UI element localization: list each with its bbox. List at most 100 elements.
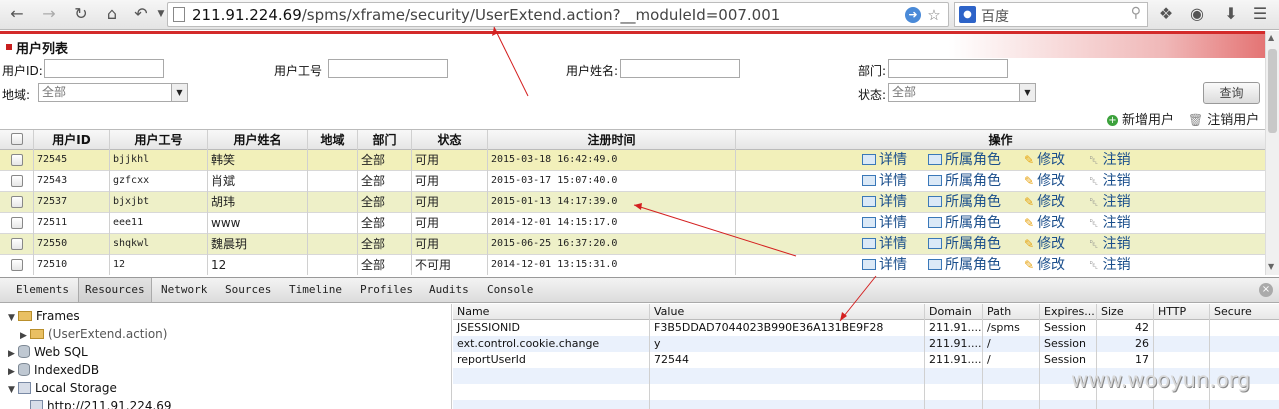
op-cancel-link[interactable]: ␡ 注销: [1089, 171, 1131, 192]
row-checkbox[interactable]: [11, 175, 23, 187]
tab-profiles[interactable]: Profiles: [354, 278, 419, 302]
cookie-header-http[interactable]: HTTP: [1154, 304, 1210, 320]
cookie-header-path[interactable]: Path: [983, 304, 1040, 320]
expanded-icon[interactable]: ▼: [8, 310, 18, 326]
tree-web-sql[interactable]: ▶ Web SQL: [8, 344, 88, 360]
user-no-input[interactable]: [328, 59, 448, 78]
header-user-no[interactable]: 用户工号: [110, 130, 208, 151]
op-cancel-link[interactable]: ␡ 注销: [1089, 234, 1131, 255]
op-cancel-link[interactable]: ␡ 注销: [1089, 150, 1131, 171]
home-icon[interactable]: ⌂: [101, 3, 123, 25]
download-icon[interactable]: ⬇: [1220, 3, 1242, 25]
op-roles-link[interactable]: 所属角色: [928, 171, 1001, 192]
table-row[interactable]: 72545 bjjkhl 韩笑 全部 可用 2015-03-18 16:42:49.0 详情…: [0, 150, 1265, 171]
tab-timeline[interactable]: Timeline: [283, 278, 348, 302]
op-detail-link[interactable]: 详情: [862, 255, 907, 275]
cookie-header-domain[interactable]: Domain: [925, 304, 983, 320]
tree-local-storage-child[interactable]: http://211.91.224.69: [30, 398, 172, 409]
star-icon[interactable]: ☆: [926, 7, 942, 23]
lightning-icon[interactable]: ➜: [905, 7, 921, 23]
op-detail-link[interactable]: 详情: [862, 150, 907, 171]
op-roles-link[interactable]: 所属角色: [928, 213, 1001, 234]
region-select[interactable]: 全部 ▼: [38, 83, 188, 102]
cookie-header-value[interactable]: Value: [650, 304, 925, 320]
back-icon[interactable]: ←: [6, 3, 28, 25]
globe-icon[interactable]: ◉: [1186, 3, 1208, 25]
scroll-down-icon[interactable]: ▼: [1268, 262, 1274, 271]
op-edit-link[interactable]: ✎ 修改: [1024, 255, 1065, 275]
chevron-down-icon[interactable]: ▼: [171, 84, 187, 101]
tree-indexeddb[interactable]: ▶ IndexedDB: [8, 362, 99, 378]
tab-audits[interactable]: Audits: [423, 278, 475, 302]
search-icon[interactable]: ⚲: [1131, 5, 1141, 21]
table-row[interactable]: 72537 bjxjbt 胡玮 全部 可用 2015-01-13 14:17:39.0 详情…: [0, 192, 1265, 213]
tab-sources[interactable]: Sources: [219, 278, 277, 302]
header-status[interactable]: 状态: [412, 130, 488, 151]
cookie-header-name[interactable]: Name: [453, 304, 650, 320]
scroll-up-icon[interactable]: ▲: [1268, 33, 1274, 42]
op-edit-link[interactable]: ✎ 修改: [1024, 171, 1065, 192]
row-checkbox[interactable]: [11, 196, 23, 208]
table-row[interactable]: 72511 eee11 www 全部 可用 2014-12-01 14:15:17.0 详情…: [0, 213, 1265, 234]
op-edit-link[interactable]: ✎ 修改: [1024, 192, 1065, 213]
op-cancel-link[interactable]: ␡ 注销: [1089, 192, 1131, 213]
cookie-header-size[interactable]: Size: [1097, 304, 1154, 320]
reload-icon[interactable]: ↻: [70, 3, 92, 25]
row-checkbox[interactable]: [11, 259, 23, 271]
cookie-row[interactable]: reportUserId 72544 211.91.... / Session 17: [453, 352, 1279, 368]
header-register-time[interactable]: 注册时间: [488, 130, 736, 151]
forward-icon[interactable]: →: [38, 3, 60, 25]
address-bar[interactable]: 211.91.224.69/spms/xframe/security/UserE…: [167, 2, 949, 27]
op-roles-link[interactable]: 所属角色: [928, 255, 1001, 275]
puzzle-icon[interactable]: ❖: [1155, 3, 1177, 25]
table-row[interactable]: 72550 shqkwl 魏晨玥 全部 可用 2015-06-25 16:37:20.0 详…: [0, 234, 1265, 255]
expanded-icon[interactable]: ▼: [8, 382, 18, 398]
select-all-checkbox[interactable]: [11, 133, 23, 145]
header-region[interactable]: 地域: [308, 130, 358, 151]
undo-icon[interactable]: ↶: [130, 3, 152, 25]
url-text[interactable]: 211.91.224.69/spms/xframe/security/UserE…: [192, 6, 780, 24]
status-select[interactable]: 全部 ▼: [888, 83, 1036, 102]
header-user-id[interactable]: 用户ID: [34, 130, 110, 151]
table-row[interactable]: 72510 12 12 全部 不可用 2014-12-01 13:15:31.0 详情 所属角…: [0, 255, 1265, 275]
tab-elements[interactable]: Elements: [10, 278, 75, 302]
tree-frames[interactable]: ▼ Frames: [8, 308, 80, 324]
cookie-row[interactable]: ext.control.cookie.change y 211.91.... / Ses…: [453, 336, 1279, 352]
table-row[interactable]: 72543 gzfcxx 肖斌 全部 可用 2015-03-17 15:07:40.0 详情…: [0, 171, 1265, 192]
op-roles-link[interactable]: 所属角色: [928, 192, 1001, 213]
op-cancel-link[interactable]: ␡ 注销: [1089, 255, 1131, 275]
menu-icon[interactable]: ☰: [1249, 3, 1271, 25]
tab-network[interactable]: Network: [155, 278, 213, 302]
user-id-input[interactable]: [44, 59, 164, 78]
query-button[interactable]: 查询: [1203, 82, 1260, 104]
close-icon[interactable]: ×: [1259, 283, 1273, 297]
header-user-name[interactable]: 用户姓名: [208, 130, 308, 151]
add-user-link[interactable]: + 新增用户: [1107, 109, 1174, 128]
header-dept[interactable]: 部门: [358, 130, 412, 151]
page-scrollbar[interactable]: ▲ ▼: [1265, 31, 1279, 275]
collapsed-icon[interactable]: ▶: [20, 328, 30, 344]
tree-frame-child[interactable]: ▶ (UserExtend.action): [20, 326, 167, 342]
tree-local-storage[interactable]: ▼ Local Storage: [8, 380, 117, 396]
dept-input[interactable]: [888, 59, 1008, 78]
op-roles-link[interactable]: 所属角色: [928, 150, 1001, 171]
op-detail-link[interactable]: 详情: [862, 234, 907, 255]
op-detail-link[interactable]: 详情: [862, 192, 907, 213]
user-name-input[interactable]: [620, 59, 740, 78]
cookie-header-secure[interactable]: Secure: [1210, 304, 1279, 320]
op-edit-link[interactable]: ✎ 修改: [1024, 234, 1065, 255]
cancel-user-link[interactable]: 🗑 注销用户: [1188, 109, 1259, 128]
collapsed-icon[interactable]: ▶: [8, 346, 18, 362]
search-bar[interactable]: ● 百度 ⚲: [954, 2, 1148, 27]
tab-resources[interactable]: Resources: [78, 278, 152, 302]
collapsed-icon[interactable]: ▶: [8, 364, 18, 380]
row-checkbox[interactable]: [11, 154, 23, 166]
op-detail-link[interactable]: 详情: [862, 171, 907, 192]
scrollbar-thumb[interactable]: [1268, 49, 1277, 133]
tab-console[interactable]: Console: [481, 278, 539, 302]
row-checkbox[interactable]: [11, 238, 23, 250]
op-detail-link[interactable]: 详情: [862, 213, 907, 234]
cookie-row[interactable]: JSESSIONID F3B5DDAD7044023B990E36A131BE9F…: [453, 320, 1279, 336]
op-edit-link[interactable]: ✎ 修改: [1024, 150, 1065, 171]
op-edit-link[interactable]: ✎ 修改: [1024, 213, 1065, 234]
